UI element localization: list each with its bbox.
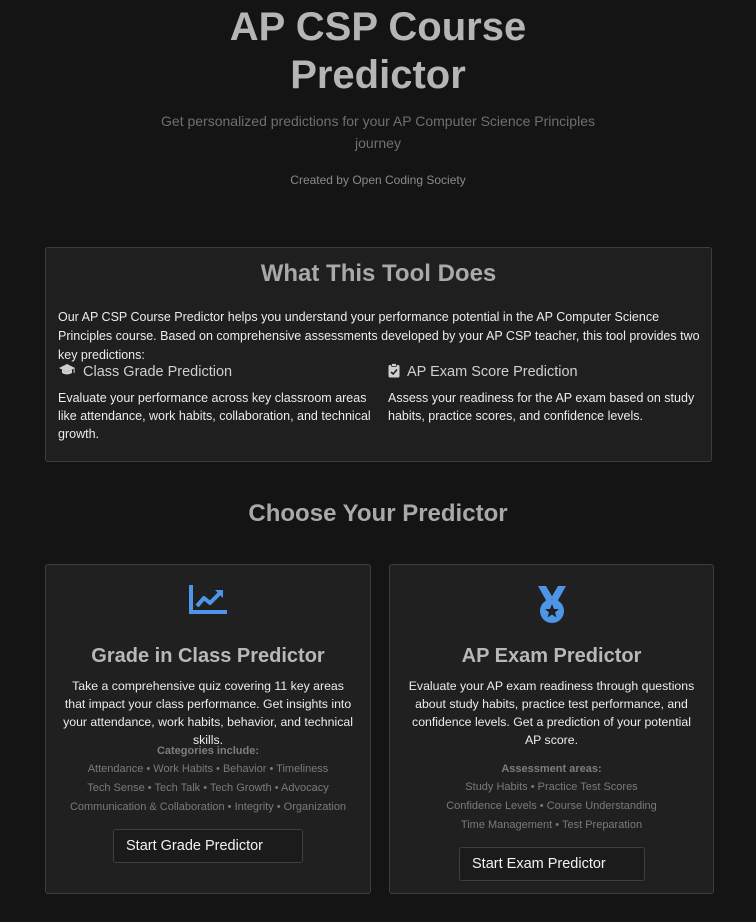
clipboard-check-icon xyxy=(388,362,400,382)
category-line: Communication & Collaboration • Integrit… xyxy=(69,801,347,813)
start-grade-predictor-button[interactable]: Start Grade Predictor xyxy=(113,829,303,863)
chart-line-icon xyxy=(46,585,370,627)
assessment-areas-title: Assessment areas: xyxy=(501,763,602,775)
area-line: Confidence Levels • Course Understanding xyxy=(446,800,657,812)
class-grade-heading: Class Grade Prediction xyxy=(58,361,378,383)
ap-exam-text: Assess your readiness for the AP exam ba… xyxy=(388,391,695,423)
choose-title: Choose Your Predictor xyxy=(248,500,508,527)
categories-title: Categories include: xyxy=(156,745,260,757)
about-title: What This Tool Does xyxy=(260,260,497,287)
graduation-cap-icon xyxy=(58,363,76,381)
about-panel: What This Tool Does Our AP CSP Course Pr… xyxy=(45,247,712,462)
exam-card-description: Evaluate your AP exam readiness through … xyxy=(408,679,695,747)
grade-card-description: Take a comprehensive quiz covering 11 ke… xyxy=(63,679,353,747)
exam-card-title: AP Exam Predictor xyxy=(461,645,642,667)
class-grade-title: Class Grade Prediction xyxy=(83,364,233,380)
page-title-line2: Predictor xyxy=(290,53,466,97)
page-subtitle: Get personalized predictions for your AP… xyxy=(161,113,595,151)
exam-predictor-card: AP Exam Predictor Evaluate your AP exam … xyxy=(389,564,714,894)
grade-card-title: Grade in Class Predictor xyxy=(91,645,325,667)
credit-text: Created by Open Coding Society xyxy=(290,173,466,187)
assessment-areas-list: Study Habits • Practice Test Scores Conf… xyxy=(390,778,713,835)
start-exam-predictor-button[interactable]: Start Exam Predictor xyxy=(459,847,645,881)
area-line: Time Management • Test Preparation xyxy=(460,819,643,831)
category-line: Tech Sense • Tech Talk • Tech Growth • A… xyxy=(87,782,329,794)
about-intro: Our AP CSP Course Predictor helps you un… xyxy=(58,310,700,362)
page-title-line1: AP CSP Course xyxy=(229,5,527,49)
medal-icon xyxy=(390,585,713,627)
grade-predictor-card: Grade in Class Predictor Take a comprehe… xyxy=(45,564,371,894)
ap-exam-title: AP Exam Score Prediction xyxy=(407,364,578,380)
categories-list: Attendance • Work Habits • Behavior • Ti… xyxy=(46,760,370,817)
category-line: Attendance • Work Habits • Behavior • Ti… xyxy=(87,763,329,775)
class-grade-section: Class Grade Prediction Evaluate your per… xyxy=(58,361,378,443)
ap-exam-heading: AP Exam Score Prediction xyxy=(388,361,708,383)
area-line: Study Habits • Practice Test Scores xyxy=(465,781,638,793)
class-grade-text: Evaluate your performance across key cla… xyxy=(58,391,371,441)
ap-exam-section: AP Exam Score Prediction Assess your rea… xyxy=(388,361,708,425)
